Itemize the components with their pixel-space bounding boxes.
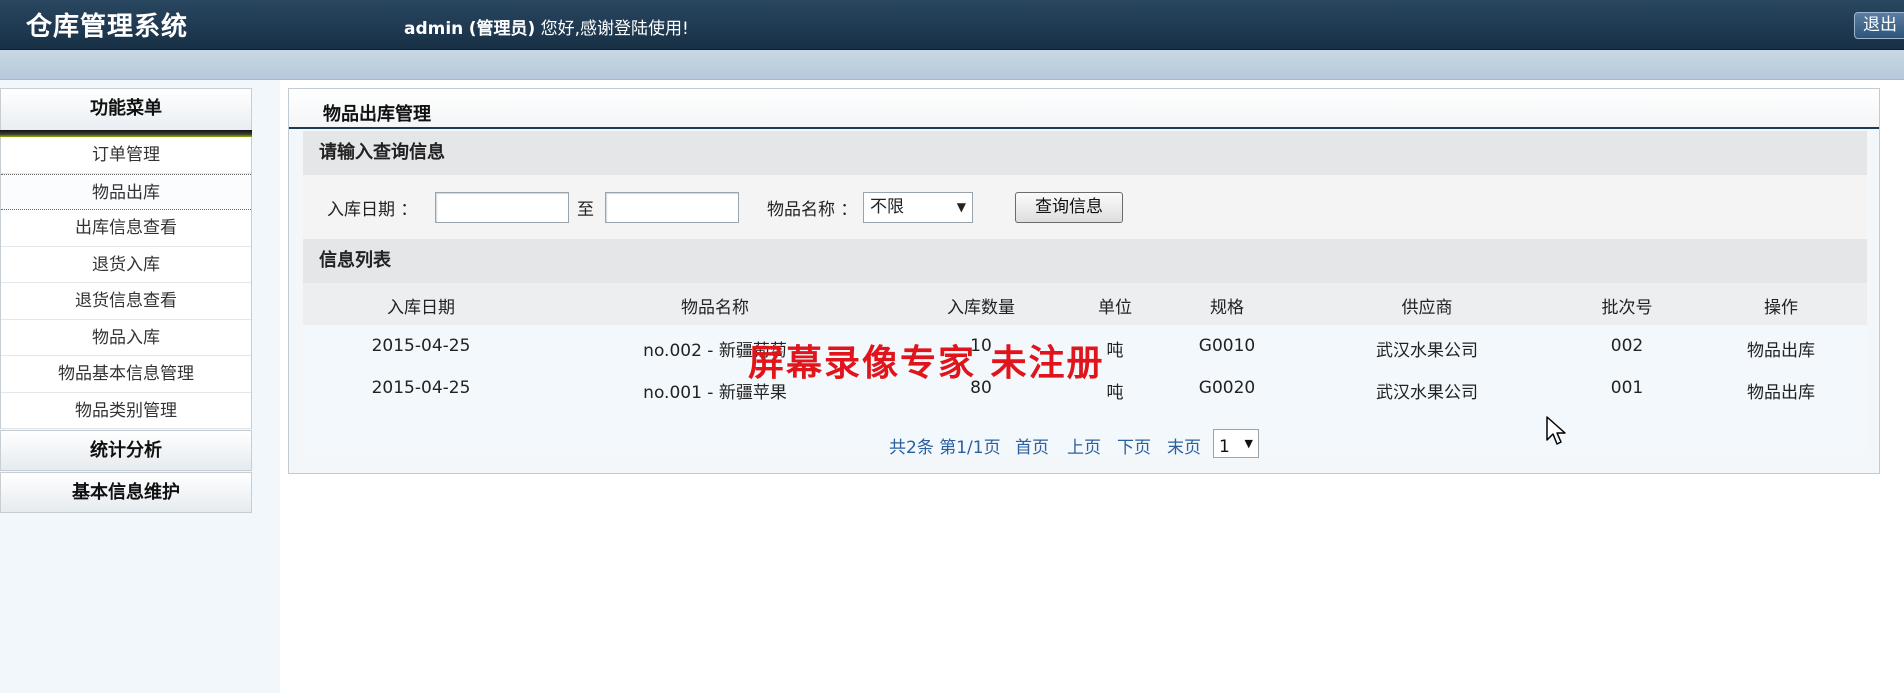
greeting-text: 您好,感谢登陆使用! — [540, 19, 689, 39]
query-form: 入库日期 ： 至 物品名称 ： 不限 ▼ 查询信息 — [303, 175, 1867, 239]
sidebar-item-outbound-records[interactable]: 出库信息查看 — [1, 210, 251, 247]
col-action: 操作 — [1764, 298, 1798, 318]
goods-name-selected: 不限 — [870, 197, 904, 217]
chevron-down-icon: ▼ — [1244, 437, 1253, 450]
outbound-action-link[interactable]: 物品出库 — [1747, 378, 1815, 403]
col-goods-name: 物品名称 — [681, 298, 749, 318]
welcome-message: admin (管理员) 您好,感谢登陆使用! — [404, 14, 689, 39]
query-section-title: 请输入查询信息 — [303, 131, 1867, 175]
col-date: 入库日期 — [387, 298, 455, 318]
table-header: 入库日期 物品名称 入库数量 单位 规格 供应商 批次号 操作 — [303, 283, 1867, 325]
panel-tab: 物品出库管理 — [289, 89, 1879, 129]
page-select[interactable]: 1 ▼ — [1213, 429, 1259, 458]
cell-unit: 吨 — [1106, 383, 1124, 403]
sidebar-item-goods-category[interactable]: 物品类别管理 — [1, 393, 251, 429]
cell-supplier: 武汉水果公司 — [1376, 341, 1478, 361]
cell-spec: G0020 — [1198, 378, 1256, 398]
header-subbar — [0, 50, 1904, 80]
search-button[interactable]: 查询信息 — [1015, 192, 1123, 223]
chevron-down-icon: ▼ — [956, 200, 966, 214]
recorder-watermark: 屏幕录像专家 未注册 — [748, 342, 1105, 384]
menu-title[interactable]: 功能菜单 — [0, 88, 252, 130]
cell-batch: 001 — [1610, 378, 1644, 398]
sidebar: 功能菜单 订单管理 物品出库 出库信息查看 退货入库 退货信息查看 物品入库 物… — [0, 88, 252, 513]
sidebar-item-goods-inbound[interactable]: 物品入库 — [1, 320, 251, 356]
sidebar-group-statistics[interactable]: 统计分析 — [0, 430, 252, 471]
menu-title-underline — [0, 130, 252, 137]
page-select-value: 1 — [1219, 437, 1230, 457]
sidebar-group-basic-info[interactable]: 基本信息维护 — [0, 472, 252, 513]
sidebar-item-return-records[interactable]: 退货信息查看 — [1, 283, 251, 320]
pagination: 共2条 第1/1页 首页 上页 下页 末页 1 ▼ — [303, 429, 1867, 459]
sidebar-item-return-inbound[interactable]: 退货入库 — [1, 247, 251, 283]
logout-button[interactable]: 退出 — [1854, 12, 1904, 39]
col-unit: 单位 — [1098, 298, 1132, 318]
sidebar-item-order-management[interactable]: 订单管理 — [1, 137, 251, 174]
col-quantity: 入库数量 — [947, 298, 1015, 318]
menu-items: 订单管理 物品出库 出库信息查看 退货入库 退货信息查看 物品入库 物品基本信息… — [0, 137, 252, 429]
mouse-pointer-icon — [1546, 416, 1566, 445]
date-to-input[interactable] — [605, 192, 739, 223]
col-batch: 批次号 — [1601, 298, 1653, 318]
page-title: 物品出库管理 — [323, 104, 431, 125]
outbound-action-link[interactable]: 物品出库 — [1747, 336, 1815, 361]
pager-summary: 共2条 第1/1页 — [889, 438, 1001, 458]
list-section-title: 信息列表 — [303, 239, 1867, 283]
user-role: (管理员) — [468, 19, 536, 39]
cell-date: 2015-04-25 — [371, 336, 471, 356]
sidebar-item-goods-outbound[interactable]: 物品出库 — [1, 173, 251, 210]
date-to-label: 至 — [577, 200, 594, 220]
date-from-input[interactable] — [435, 192, 569, 223]
date-label: 入库日期 ： — [327, 200, 418, 220]
username: admin — [404, 19, 464, 39]
col-supplier: 供应商 — [1401, 298, 1453, 318]
goods-name-select[interactable]: 不限 ▼ — [863, 192, 973, 223]
sidebar-item-goods-info[interactable]: 物品基本信息管理 — [1, 356, 251, 393]
goods-name-label: 物品名称 ： — [767, 200, 858, 220]
pager-prev-link[interactable]: 上页 — [1067, 433, 1101, 458]
pager-last-link[interactable]: 末页 — [1167, 433, 1201, 458]
col-spec: 规格 — [1210, 298, 1244, 318]
cell-supplier: 武汉水果公司 — [1376, 383, 1478, 403]
app-title: 仓库管理系统 — [26, 12, 189, 42]
pager-next-link[interactable]: 下页 — [1117, 433, 1151, 458]
cell-batch: 002 — [1610, 336, 1644, 356]
pager-first-link[interactable]: 首页 — [1015, 433, 1049, 458]
main-panel: 物品出库管理 请输入查询信息 入库日期 ： 至 物品名称 ： 不限 ▼ 查询信息… — [288, 88, 1880, 474]
cell-spec: G0010 — [1198, 336, 1256, 356]
cell-unit: 吨 — [1106, 341, 1124, 361]
cell-date: 2015-04-25 — [371, 378, 471, 398]
top-header: 仓库管理系统 admin (管理员) 您好,感谢登陆使用! 退出 — [0, 0, 1904, 50]
